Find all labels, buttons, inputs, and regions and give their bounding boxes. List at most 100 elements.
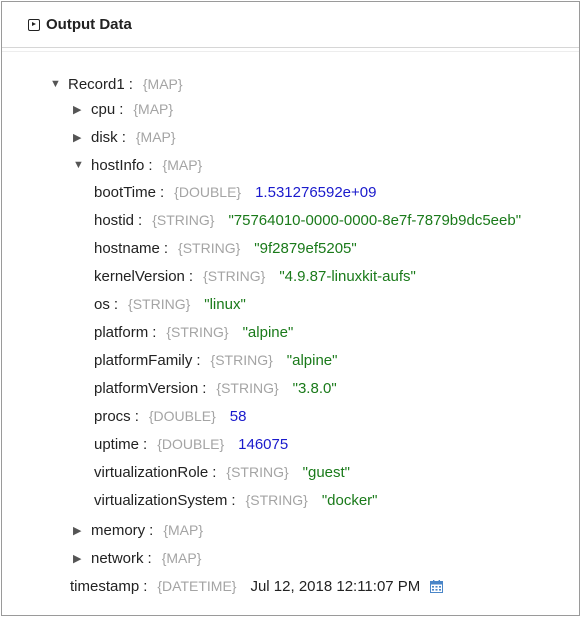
field-key: platform [94,323,149,341]
node-type: {MAP} [163,522,204,538]
node-key: Record1 [68,75,125,93]
field-colon: : [202,379,207,397]
field-value: "3.8.0" [292,379,337,397]
field-row-platform: platform : {STRING} "alpine" [94,321,293,343]
field-row-uptime: uptime : {DOUBLE} 146075 [94,433,288,455]
field-key: timestamp [70,577,140,595]
field-row-hostid: hostid : {STRING} "75764010-0000-0000-8e… [94,209,521,231]
field-type: {STRING} [178,240,241,256]
field-type: {STRING} [245,492,308,508]
field-colon: : [143,435,148,453]
field-value: Jul 12, 2018 12:11:07 PM [250,577,421,595]
node-colon: : [148,156,153,174]
field-key: procs [94,407,131,425]
field-row-kernelversion: kernelVersion : {STRING} "4.9.87-linuxki… [94,265,416,287]
field-value: "4.9.87-linuxkit-aufs" [279,267,416,285]
field-row-platformfamily: platformFamily : {STRING} "alpine" [94,349,337,371]
collapse-toggle-icon[interactable]: ▶ [73,131,87,144]
field-key: hostname [94,239,160,257]
field-value: "alpine" [286,351,338,369]
panel-title: Output Data [46,16,132,33]
node-type: {MAP} [133,101,174,117]
field-value: 58 [229,407,247,425]
header-divider [2,51,579,52]
calendar-icon[interactable] [430,579,444,593]
tree-node-hostinfo[interactable]: ▼ hostInfo : {MAP} [73,154,216,176]
field-type: {STRING} [216,380,279,396]
field-value: "docker" [321,491,378,509]
field-row-virtualizationrole: virtualizationRole : {STRING} "guest" [94,461,350,483]
field-key: kernelVersion [94,267,185,285]
field-colon: : [134,407,139,425]
field-type: {DATETIME} [157,578,237,594]
field-colon: : [159,183,165,201]
field-key: os [94,295,110,313]
field-value: "linux" [204,295,246,313]
tree-node-network[interactable]: ▶ network : {MAP} [73,547,215,569]
node-colon: : [147,549,152,567]
node-colon: : [149,521,154,539]
field-colon: : [152,323,157,341]
field-colon: : [188,267,194,285]
field-value: 1.531276592e+09 [255,183,377,201]
expand-toggle-icon[interactable]: ▼ [50,78,64,90]
field-colon: : [138,211,143,229]
panel-title-group: Output Data [28,16,132,33]
field-row-os: os : {STRING} "linux" [94,293,246,315]
field-type: {STRING} [226,464,289,480]
node-type: {MAP} [135,129,176,145]
field-value: "guest" [302,463,350,481]
field-value: 146075 [238,435,289,453]
expand-toggle-icon[interactable]: ▼ [73,159,87,171]
tree-node-memory[interactable]: ▶ memory : {MAP} [73,519,217,541]
field-row-boottime: bootTime : {DOUBLE} 1.531276592e+09 [94,181,376,203]
field-type: {STRING} [210,352,273,368]
output-data-panel: Output Data ▼ Record1 : {MAP} ▶ cpu : {M… [1,1,580,616]
node-colon: : [128,75,133,93]
node-colon: : [121,128,126,146]
collapse-toggle-icon[interactable]: ▶ [73,552,87,565]
field-row-virtualizationsystem: virtualizationSystem : {STRING} "docker" [94,489,377,511]
field-row-hostname: hostname : {STRING} "9f2879ef5205" [94,237,357,259]
field-colon: : [113,295,119,313]
field-key: platformFamily [94,351,193,369]
field-key: uptime [94,435,140,453]
field-key: virtualizationSystem [94,491,228,509]
field-type: {DOUBLE} [157,436,225,452]
field-key: hostid [94,211,135,229]
node-key: disk [91,128,118,146]
field-key: virtualizationRole [94,463,209,481]
tree-node-disk[interactable]: ▶ disk : {MAP} [73,126,190,148]
field-colon: : [196,351,201,369]
field-value: "alpine" [242,323,294,341]
field-colon: : [231,491,236,509]
field-value: "9f2879ef5205" [254,239,357,257]
node-type: {MAP} [162,157,203,173]
tree-node-record1[interactable]: ▼ Record1 : {MAP} [50,73,197,95]
field-colon: : [212,463,217,481]
field-row-platformversion: platformVersion : {STRING} "3.8.0" [94,377,337,399]
tree-node-cpu[interactable]: ▶ cpu : {MAP} [73,98,187,120]
field-type: {STRING} [203,268,266,284]
field-value: "75764010-0000-0000-8e7f-7879b9dc5eeb" [228,211,522,229]
node-colon: : [119,100,124,118]
collapse-toggle-icon[interactable]: ▶ [73,103,87,116]
field-row-timestamp: timestamp : {DATETIME} Jul 12, 2018 12:1… [70,575,444,597]
node-type: {MAP} [161,550,202,566]
field-colon: : [163,239,169,257]
node-type: {MAP} [142,76,183,92]
collapse-toggle-icon[interactable]: ▶ [73,524,87,537]
field-type: {STRING} [128,296,191,312]
field-key: platformVersion [94,379,199,397]
panel-header: Output Data [2,2,579,48]
field-type: {DOUBLE} [174,184,242,200]
node-key: memory [91,521,146,539]
field-row-procs: procs : {DOUBLE} 58 [94,405,246,427]
output-icon [28,19,40,31]
field-type: {DOUBLE} [148,408,216,424]
field-type: {STRING} [166,324,229,340]
node-key: network [91,549,144,567]
node-key: cpu [91,100,116,118]
field-colon: : [143,577,148,595]
field-type: {STRING} [152,212,215,228]
